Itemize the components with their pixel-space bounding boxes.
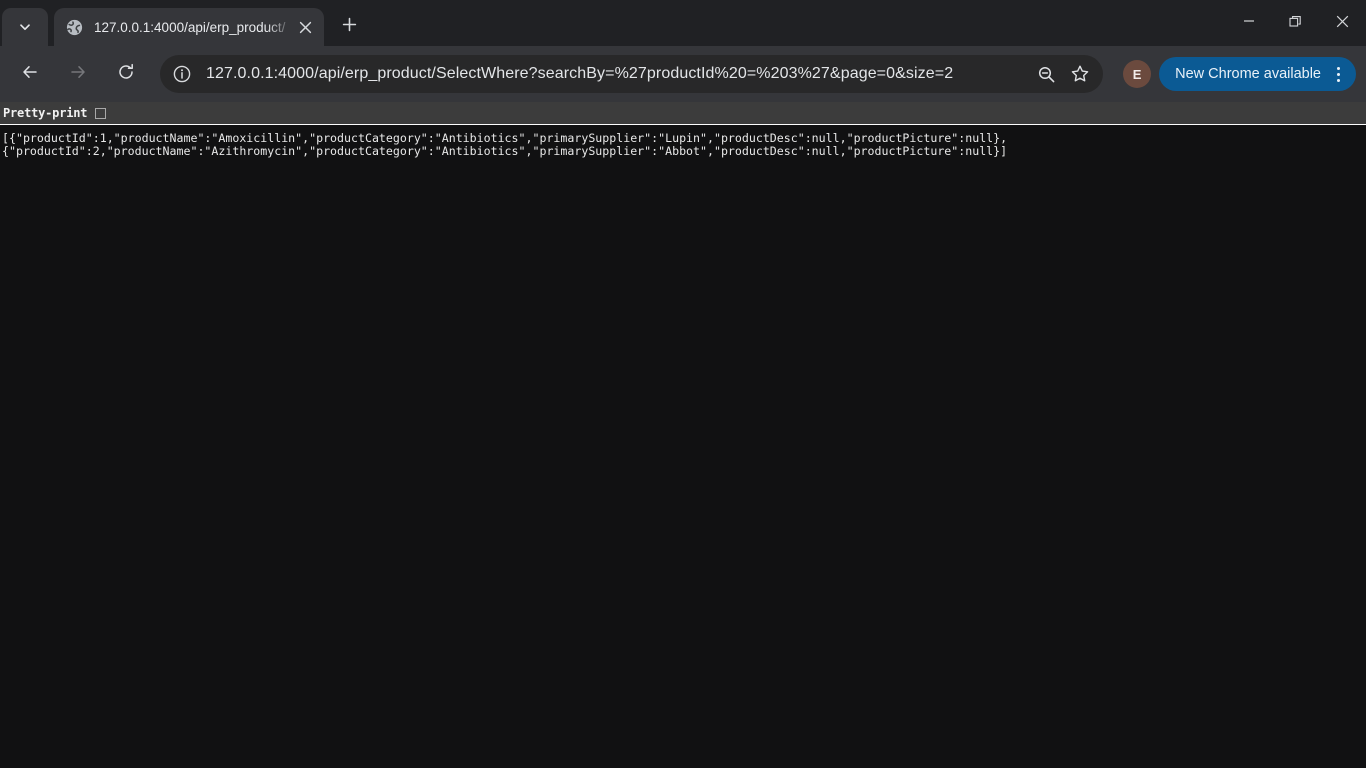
pretty-print-checkbox[interactable]	[95, 107, 107, 119]
tab-strip: 127.0.0.1:4000/api/erp_product/	[0, 0, 1366, 46]
info-circle-icon[interactable]	[169, 61, 195, 87]
kebab-menu-icon[interactable]	[1324, 60, 1352, 88]
plus-icon	[342, 17, 357, 37]
browser-toolbar: 127.0.0.1:4000/api/erp_product/SelectWhe…	[0, 46, 1366, 102]
address-bar[interactable]: 127.0.0.1:4000/api/erp_product/SelectWhe…	[160, 55, 1104, 93]
close-button[interactable]	[1319, 0, 1366, 42]
json-content[interactable]: [{"productId":1,"productName":"Amoxicill…	[2, 132, 1366, 158]
pretty-print-label: Pretty-print	[3, 106, 88, 120]
globe-icon	[66, 19, 83, 36]
zoom-out-icon[interactable]	[1029, 57, 1063, 91]
restore-button[interactable]	[1272, 0, 1319, 42]
browser-window: 127.0.0.1:4000/api/erp_product/ 127.0.0.…	[0, 0, 1366, 768]
arrow-left-icon	[20, 62, 40, 87]
star-icon[interactable]	[1063, 57, 1097, 91]
close-icon[interactable]	[294, 16, 316, 38]
tab-title: 127.0.0.1:4000/api/erp_product/	[94, 19, 286, 35]
chevron-down-icon	[18, 20, 32, 34]
minimize-button[interactable]	[1225, 0, 1272, 42]
pretty-print-bar: Pretty-print	[0, 102, 1366, 125]
forward-button[interactable]	[59, 55, 97, 93]
reload-button[interactable]	[107, 55, 145, 93]
reload-icon	[116, 62, 136, 87]
omnibox-actions	[1029, 57, 1097, 91]
arrow-right-icon	[68, 62, 88, 87]
avatar[interactable]: E	[1123, 60, 1152, 88]
back-button[interactable]	[11, 55, 49, 93]
update-available-button[interactable]: New Chrome available	[1159, 57, 1356, 91]
tab-search-button[interactable]	[2, 8, 48, 46]
window-controls	[1225, 0, 1366, 42]
json-viewer: [{"productId":1,"productName":"Amoxicill…	[0, 125, 1366, 768]
new-tab-button[interactable]	[334, 12, 364, 42]
update-available-label: New Chrome available	[1175, 66, 1321, 82]
browser-tab[interactable]: 127.0.0.1:4000/api/erp_product/	[54, 8, 324, 46]
url-text[interactable]: 127.0.0.1:4000/api/erp_product/SelectWhe…	[206, 65, 1029, 83]
